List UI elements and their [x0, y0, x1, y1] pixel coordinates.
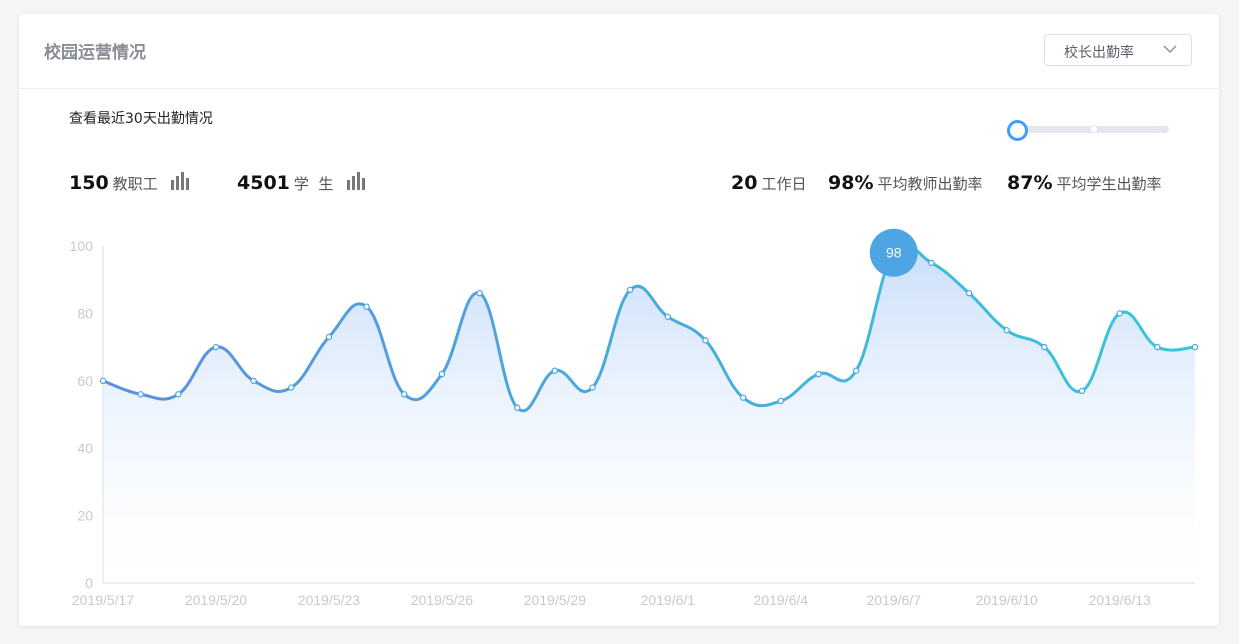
data-point-2019/5/17 — [99, 377, 107, 384]
data-point-2019/5/22 — [288, 384, 295, 391]
x-tick-label: 2019/6/4 — [754, 592, 809, 608]
x-tick-label: 2019/6/13 — [1089, 592, 1151, 608]
data-point-2019/5/20 — [212, 343, 220, 351]
x-tick-label: 2019/6/7 — [867, 592, 922, 608]
data-point-2019/6/3 — [739, 394, 747, 401]
data-point-2019/6/13 — [1116, 310, 1123, 317]
data-point-2019/5/24 — [363, 303, 370, 310]
data-point-2019/5/23 — [325, 333, 333, 341]
x-tick-label: 2019/6/10 — [976, 592, 1038, 608]
data-point-2019/6/1 — [664, 313, 672, 320]
data-point-2019/5/21 — [250, 377, 257, 384]
data-point-2019/5/19 — [175, 391, 182, 398]
data-point-2019/6/14 — [1154, 343, 1161, 351]
x-tick-label: 2019/5/20 — [185, 592, 247, 608]
attendance-line-chart: 0 20 40 60 80 100 2019/5/17 2019/5/20 2019/5/23 2… — [70, 228, 1199, 608]
data-point-2019/5/26 — [438, 370, 446, 378]
x-tick-label: 2019/6/1 — [641, 592, 696, 608]
data-point-2019/6/11 — [1041, 343, 1048, 351]
data-point-2019/6/10 — [1003, 327, 1010, 334]
y-tick-label: 40 — [77, 440, 93, 456]
data-point-2019/6/6 — [852, 367, 860, 374]
y-tick-label: 60 — [77, 373, 93, 389]
data-point-2019/5/25 — [401, 391, 408, 398]
x-tick-label: 2019/5/17 — [72, 592, 134, 608]
chart-highlight-marker[interactable]: 98 — [869, 228, 918, 277]
data-point-2019/6/9 — [965, 289, 973, 297]
data-point-2019/5/27 — [476, 289, 483, 297]
x-tick-label: 2019/5/26 — [411, 592, 473, 608]
data-point-2019/6/2 — [702, 337, 709, 344]
x-tick-label: 2019/5/29 — [524, 592, 586, 608]
y-tick-label: 100 — [70, 238, 94, 254]
data-point-2019/5/30 — [589, 384, 596, 391]
data-point-2019/6/5 — [815, 370, 822, 378]
data-point-2019/6/8 — [928, 259, 935, 267]
data-point-2019/5/31 — [626, 286, 634, 294]
data-point-2019/5/28 — [514, 404, 521, 411]
data-point-2019/5/18 — [137, 391, 144, 398]
y-tick-label: 80 — [77, 305, 93, 321]
highlight-value-label: 98 — [886, 245, 902, 261]
y-tick-label: 0 — [85, 575, 93, 591]
data-point-2019/6/15 — [1191, 343, 1199, 351]
y-tick-label: 20 — [77, 508, 93, 524]
x-tick-label: 2019/5/23 — [298, 592, 360, 608]
data-point-2019/5/29 — [551, 367, 559, 374]
data-point-2019/6/4 — [777, 397, 784, 405]
data-point-2019/6/12 — [1078, 387, 1086, 395]
